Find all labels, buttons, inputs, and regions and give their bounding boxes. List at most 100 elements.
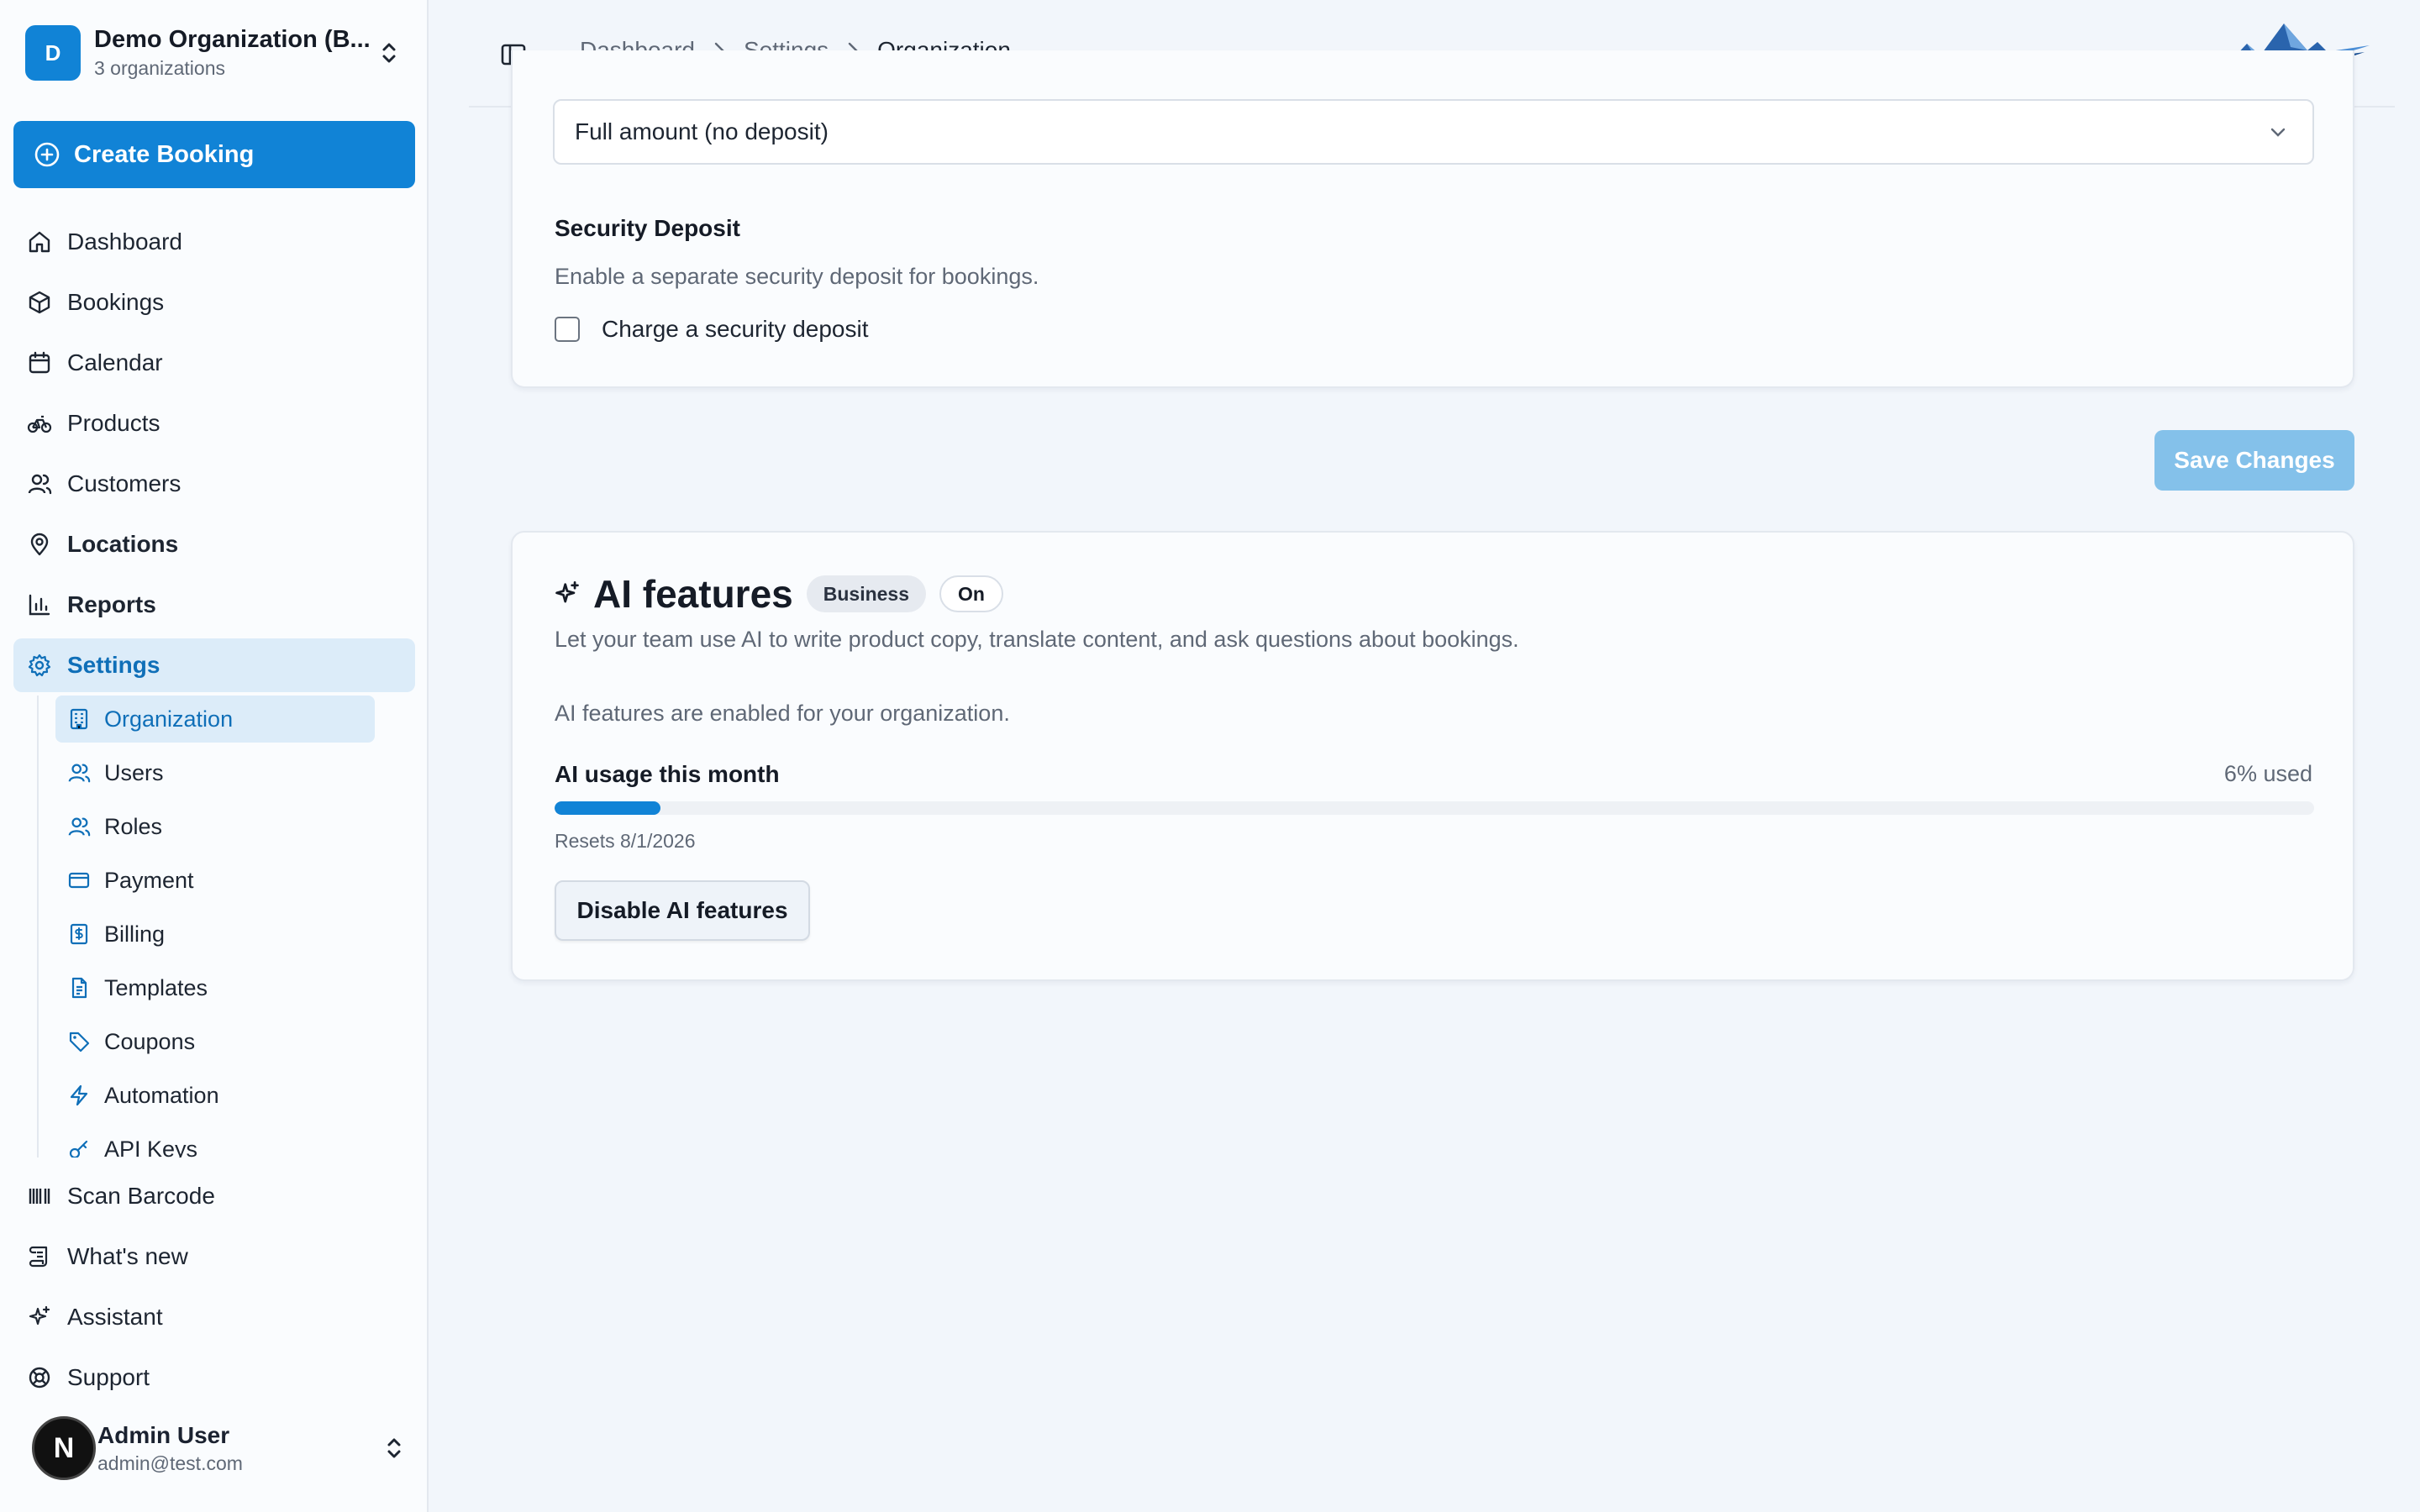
nav-label: Bookings — [67, 289, 165, 315]
dollar-receipt-icon — [70, 923, 88, 945]
disable-ai-features-button[interactable]: Disable AI features — [555, 880, 810, 941]
user-name: Admin User — [97, 1421, 230, 1448]
nav-support[interactable]: Support — [13, 1351, 415, 1404]
org-name: Demo Organization (B... — [94, 26, 371, 53]
sub-item-billing[interactable]: Billing — [55, 911, 375, 958]
security-deposit-checkbox-row[interactable]: Charge a security deposit — [555, 316, 869, 343]
tag-icon — [69, 1032, 90, 1053]
nav-label: Products — [67, 410, 160, 436]
sub-item-organization[interactable]: Organization — [55, 696, 375, 743]
nav-locations[interactable]: Locations — [13, 517, 415, 571]
credit-card-icon — [68, 872, 90, 889]
sub-item-label: Payment — [104, 867, 194, 893]
user-email: admin@test.com — [97, 1452, 243, 1474]
org-count: 3 organizations — [94, 57, 225, 79]
ai-usage-label: AI usage this month — [555, 761, 780, 787]
sub-item-users[interactable]: Users — [55, 749, 375, 796]
nav-label: Calendar — [67, 349, 163, 375]
nav-bookings[interactable]: Bookings — [13, 276, 415, 329]
calendar-icon — [29, 351, 50, 374]
security-deposit-description: Enable a separate security deposit for b… — [555, 264, 1039, 289]
sub-item-label: Billing — [104, 921, 166, 947]
users-icon — [68, 817, 91, 837]
users-icon — [28, 474, 52, 495]
chevrons-up-down-icon — [380, 1431, 408, 1465]
chevron-down-icon — [2265, 119, 2291, 150]
sidebar: D Demo Organization (B... 3 organization… — [0, 0, 429, 1512]
nav-label: What's new — [67, 1243, 188, 1269]
nav-label: Reports — [67, 591, 156, 617]
sub-item-payment[interactable]: Payment — [55, 857, 375, 904]
plus-circle-icon — [34, 142, 60, 167]
ai-features-description: Let your team use AI to write product co… — [555, 627, 1519, 652]
security-deposit-checkbox[interactable] — [555, 317, 580, 342]
sub-item-roles[interactable]: Roles — [55, 803, 375, 850]
barcode-icon — [29, 1189, 50, 1204]
sub-item-automation[interactable]: Automation — [55, 1072, 375, 1119]
nav-products[interactable]: Products — [13, 396, 415, 450]
home-icon — [29, 231, 50, 253]
sub-item-label: Roles — [104, 813, 163, 839]
box-icon — [29, 291, 50, 314]
nav-reports[interactable]: Reports — [13, 578, 415, 632]
nav-settings[interactable]: Settings — [13, 638, 415, 692]
org-avatar: D — [25, 25, 81, 81]
nav-label: Customers — [67, 470, 182, 496]
nav-label: Scan Barcode — [67, 1183, 215, 1209]
nav-scan-barcode[interactable]: Scan Barcode — [13, 1169, 415, 1223]
create-booking-button[interactable]: Create Booking — [13, 121, 415, 188]
ai-usage-progress-fill — [555, 801, 660, 815]
nav-whats-new[interactable]: What's new — [13, 1230, 415, 1284]
ai-features-title: AI features — [593, 572, 793, 616]
security-deposit-title: Security Deposit — [555, 215, 740, 241]
sub-item-templates[interactable]: Templates — [55, 964, 375, 1011]
bar-chart-icon — [29, 594, 50, 616]
nav-calendar[interactable]: Calendar — [13, 336, 415, 390]
nav-label: Support — [67, 1364, 150, 1390]
sparkles-icon — [29, 1305, 50, 1326]
scroll-icon — [29, 1246, 48, 1268]
sub-item-coupons[interactable]: Coupons — [55, 1018, 375, 1065]
org-switcher[interactable]: D Demo Organization (B... 3 organization… — [25, 25, 403, 81]
chevrons-up-down-icon — [375, 36, 403, 70]
sub-item-label: Users — [104, 759, 164, 785]
sub-item-label: Templates — [104, 974, 208, 1000]
save-changes-button[interactable]: Save Changes — [2154, 430, 2354, 491]
deposit-select-value: Full amount (no deposit) — [575, 118, 829, 144]
ai-features-card: AI features Business On Let your team us… — [511, 531, 2354, 981]
life-buoy-icon — [29, 1367, 50, 1389]
ai-usage-percent: 6% used — [2223, 761, 2312, 786]
file-text-icon — [71, 977, 87, 999]
security-deposit-checkbox-label: Charge a security deposit — [602, 316, 869, 342]
building-icon — [70, 708, 88, 730]
usage-reset-date: Resets 8/1/2026 — [555, 830, 696, 852]
nav-customers[interactable]: Customers — [13, 457, 415, 511]
key-icon — [69, 1140, 88, 1158]
nav-label: Dashboard — [67, 228, 182, 255]
settings-submenu: Organization Users Roles Payment Billing… — [0, 685, 429, 1158]
nav-label: Settings — [67, 652, 160, 678]
sub-item-label: Coupons — [104, 1028, 196, 1054]
sub-item-label: Organization — [104, 706, 234, 732]
nav-label: Assistant — [67, 1304, 163, 1330]
sub-item-api-keys[interactable]: API Keys — [55, 1126, 375, 1158]
deposit-settings-card: Full amount (no deposit) Security Deposi… — [511, 50, 2354, 388]
ai-usage-progress — [555, 801, 2314, 815]
sparkles-icon — [555, 581, 579, 603]
status-badge: On — [939, 575, 1003, 612]
users-icon — [68, 764, 91, 783]
ai-enabled-text: AI features are enabled for your organiz… — [555, 701, 1010, 726]
bike-icon — [27, 415, 52, 433]
plan-badge: Business — [806, 575, 927, 612]
nav-label: Locations — [67, 531, 179, 557]
nav-assistant[interactable]: Assistant — [13, 1290, 415, 1344]
sub-item-label: API Keys — [104, 1136, 198, 1158]
sub-item-label: Automation — [104, 1082, 219, 1108]
avatar: N — [32, 1416, 96, 1480]
gear-icon — [28, 654, 51, 677]
nav-dashboard[interactable]: Dashboard — [13, 215, 415, 269]
deposit-select[interactable]: Full amount (no deposit) — [553, 99, 2314, 165]
bolt-icon — [70, 1084, 88, 1106]
user-menu[interactable]: N Admin User admin@test.com — [30, 1415, 408, 1482]
create-booking-label: Create Booking — [74, 140, 255, 168]
